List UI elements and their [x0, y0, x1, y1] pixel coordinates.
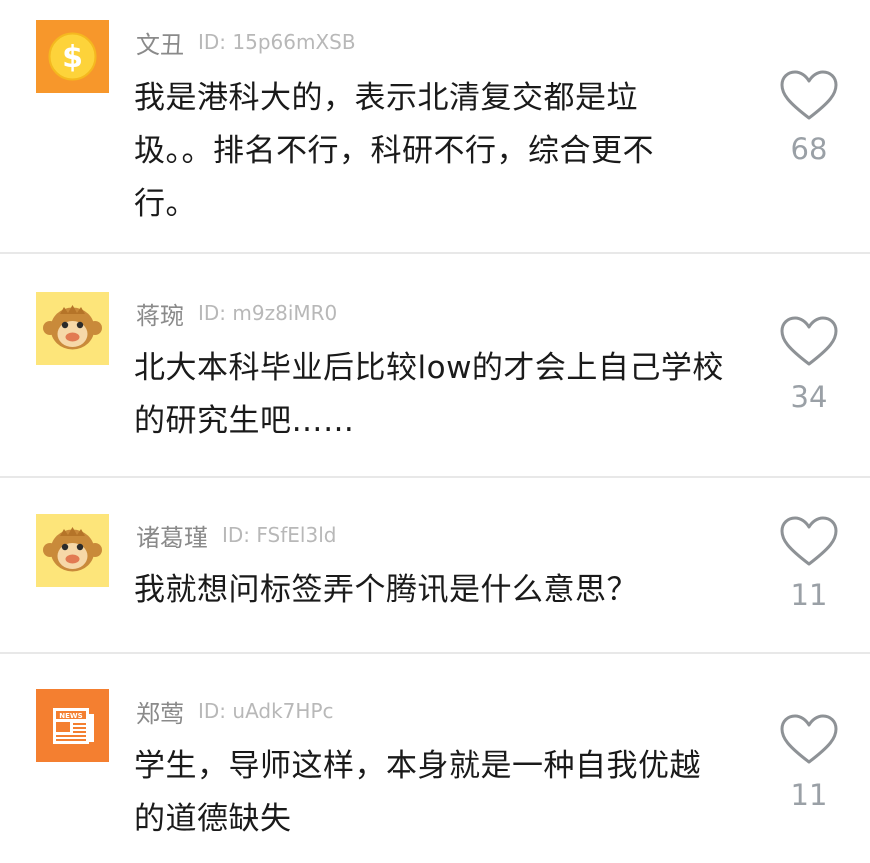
divider [0, 252, 870, 254]
user-info: 蒋琬 ID: m9z8iMR0 [136, 296, 338, 331]
user-id: ID: FSfEl3ld [222, 523, 337, 547]
comment-line: 我就想问标签弄个腾讯是什么意思？ [134, 572, 638, 608]
user-id: ID: m9z8iMR0 [198, 301, 338, 325]
dollar-coin-icon: $ [48, 32, 97, 81]
heart-icon [780, 714, 838, 764]
comment-line: 行。 [134, 186, 197, 222]
avatar[interactable] [36, 292, 109, 365]
comment-text: 学生，导师这样，本身就是一种自我优越 的道德缺失 [134, 740, 764, 846]
user-info: 文丑 ID: 15p66mXSB [136, 25, 356, 60]
like-count: 11 [790, 578, 828, 612]
like-button[interactable] [778, 68, 840, 124]
like-button[interactable] [778, 712, 840, 768]
comment-line: 学生，导师这样，本身就是一种自我优越 [134, 748, 701, 784]
heart-icon [780, 70, 838, 120]
divider [0, 652, 870, 654]
svg-text:$: $ [62, 40, 83, 75]
heart-icon [780, 516, 838, 566]
user-name[interactable]: 文丑 [136, 25, 184, 60]
user-info: 诸葛瑾 ID: FSfEl3ld [136, 518, 337, 553]
like-button[interactable] [778, 514, 840, 570]
monkey-face-icon [43, 527, 102, 572]
monkey-face-icon [43, 305, 102, 350]
comment-line: 圾。。排名不行，科研不行，综合更不 [134, 133, 654, 169]
comment-text: 我就想问标签弄个腾讯是什么意思？ [134, 564, 764, 617]
comment-line: 的研究生吧…… [134, 403, 355, 439]
user-name[interactable]: 郑莺 [136, 694, 184, 729]
user-info: 郑莺 ID: uAdk7HPc [136, 694, 334, 729]
comment-text: 我是港科大的，表示北清复交都是垃 圾。。排名不行，科研不行，综合更不 行。 [134, 72, 714, 231]
like-count: 68 [790, 132, 828, 166]
comment-text: 北大本科毕业后比较low的才会上自己学校 的研究生吧…… [134, 342, 764, 448]
avatar[interactable]: $ [36, 20, 109, 93]
heart-icon [780, 316, 838, 366]
like-count: 11 [790, 778, 828, 812]
user-id: ID: 15p66mXSB [198, 30, 356, 54]
avatar[interactable]: NEWS [36, 689, 109, 762]
comment-line: 北大本科毕业后比较low的才会上自己学校 [134, 350, 724, 386]
like-count: 34 [790, 380, 828, 414]
user-name[interactable]: 蒋琬 [136, 296, 184, 331]
avatar[interactable] [36, 514, 109, 587]
user-name[interactable]: 诸葛瑾 [136, 518, 208, 553]
newspaper-icon: NEWS [53, 708, 94, 744]
divider [0, 476, 870, 478]
comment-line: 的道德缺失 [134, 801, 292, 837]
user-id: ID: uAdk7HPc [198, 699, 334, 723]
comment-line: 我是港科大的，表示北清复交都是垃 [134, 80, 638, 116]
svg-text:NEWS: NEWS [59, 712, 82, 720]
like-button[interactable] [778, 314, 840, 370]
